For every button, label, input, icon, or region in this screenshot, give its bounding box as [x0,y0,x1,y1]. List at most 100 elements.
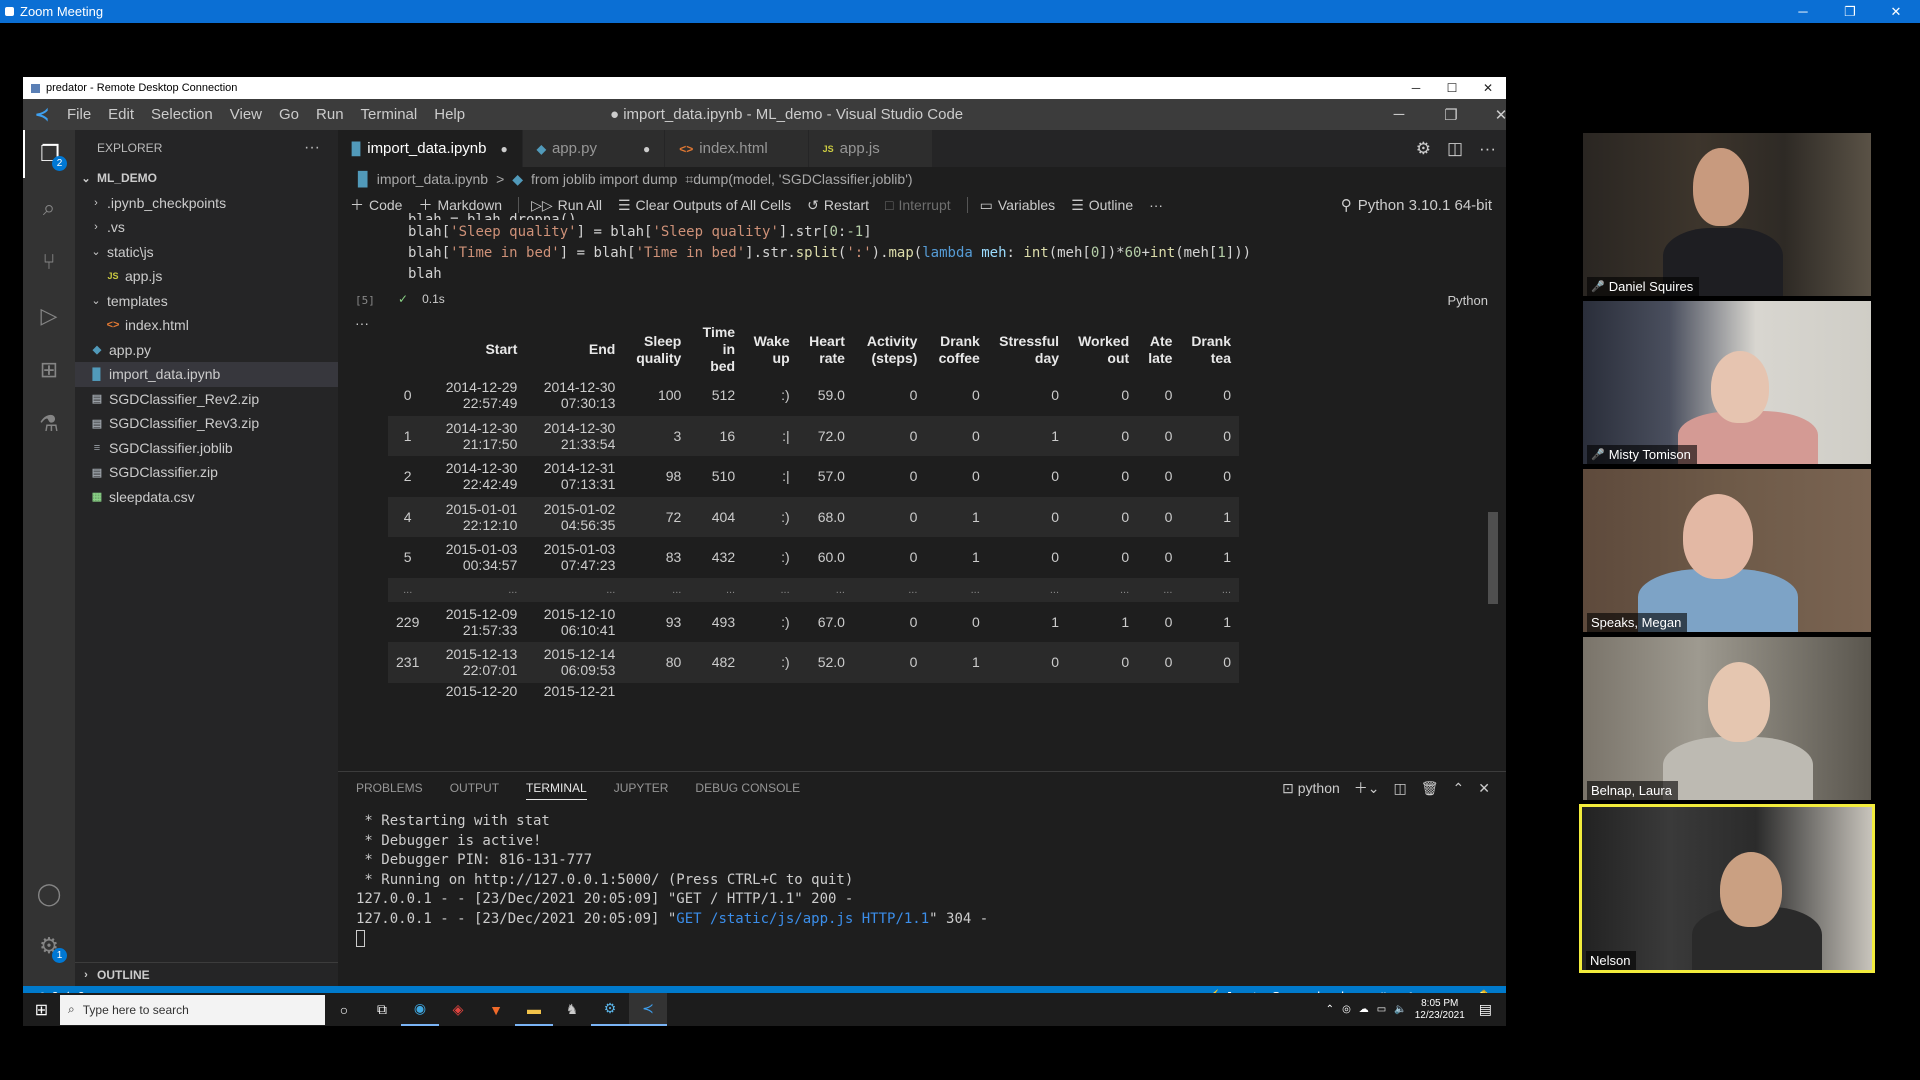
kernel-picker[interactable]: ⚲ Python 3.10.1 64-bit [1341,196,1492,215]
zoom-restore-button[interactable]: ❐ [1830,0,1870,23]
modified-dot-icon[interactable]: ● [500,142,507,156]
code-line[interactable]: blah [408,266,442,282]
menu-help[interactable]: Help [434,106,465,123]
code-line[interactable]: blah['Time in bed'] = blah['Time in bed'… [408,245,1251,261]
menu-file[interactable]: File [67,106,91,123]
participant-video-tile[interactable]: Belnap, Laura [1583,637,1871,800]
add-code-cell-button[interactable]: ＋ Code [350,195,402,215]
task-view-icon[interactable]: ⧉ [363,993,401,1026]
split-terminal-icon[interactable]: ◫ [1394,780,1407,797]
edge-browser-icon[interactable]: ◉ [401,993,439,1026]
menu-go[interactable]: Go [279,106,299,123]
tree-file-sgd-zip[interactable]: ▤ SGDClassifier.zip [75,460,338,485]
menu-selection[interactable]: Selection [151,106,213,123]
interrupt-kernel-button[interactable]: □ Interrupt [885,197,951,213]
tab-problems[interactable]: PROBLEMS [356,781,423,795]
cortana-icon[interactable]: ○ [325,993,363,1026]
run-debug-icon[interactable]: ▷ [23,292,75,340]
participant-video-tile[interactable]: 🎤 Misty Tomison [1583,301,1871,464]
output-more-icon[interactable]: ··· [355,315,369,331]
breadcrumb-file[interactable]: import_data.ipynb [377,171,488,187]
breadcrumb-cell[interactable]: from joblib import dump [531,171,677,187]
zoom-close-button[interactable]: ✕ [1876,0,1916,23]
tree-file-sgd-rev3-zip[interactable]: ▤ SGDClassifier_Rev3.zip [75,411,338,436]
explorer-more-icon[interactable]: ··· [304,139,320,157]
editor-scrollbar[interactable] [1488,512,1498,604]
file-explorer-icon[interactable]: ▬ [515,993,553,1026]
tree-folder-static-js[interactable]: ⌄ static\js [75,240,338,265]
code-line[interactable]: blah['Sleep quality'] = blah['Sleep qual… [408,224,872,240]
action-center-icon[interactable]: ▤ [1479,1001,1492,1018]
game-app-icon[interactable]: ♞ [553,993,591,1026]
tree-folder-templates[interactable]: ⌄ templates [75,289,338,314]
tab-index-html[interactable]: <> index.html [665,130,809,167]
windows-start-icon[interactable]: ⊞ [23,993,60,1026]
tab-import-data-ipynb[interactable]: ▉ import_data.ipynb ● [338,130,523,167]
tree-folder-ipynb-checkpoints[interactable]: › .ipynb_checkpoints [75,191,338,216]
taskbar-search-box[interactable]: ⌕ Type here to search [60,994,325,1025]
tab-terminal[interactable]: TERMINAL [526,781,587,800]
restart-kernel-button[interactable]: ↺ Restart [807,197,869,214]
variables-button[interactable]: ▭ Variables [980,197,1056,214]
split-editor-icon[interactable]: ◫ [1447,139,1463,159]
vscode-restore-button[interactable]: ❐ [1428,99,1474,130]
breadcrumb-symbol[interactable]: dump(model, 'SGDClassifier.joblib') [693,171,912,187]
new-terminal-plus-icon[interactable]: ＋⌄ [1354,778,1380,798]
workspace-root[interactable]: ⌄ ML_DEMO [75,166,338,191]
tab-debug-console[interactable]: DEBUG CONSOLE [695,781,800,795]
menu-run[interactable]: Run [316,106,344,123]
tree-file-sleepdata-csv[interactable]: ▦ sleepdata.csv [75,485,338,510]
cell-language-picker[interactable]: Python [1448,293,1488,308]
extensions-icon[interactable]: ⊞ [23,346,75,394]
maximize-panel-chevron-up-icon[interactable]: ⌃ [1453,780,1465,797]
tree-file-app-js[interactable]: JS app.js [75,264,338,289]
tree-folder-vs[interactable]: › .vs [75,215,338,240]
terminal-shell-selector[interactable]: ⊡ python [1282,780,1340,797]
modified-dot-icon[interactable]: ● [643,142,650,156]
tree-file-index-html[interactable]: <> index.html [75,313,338,338]
close-panel-icon[interactable]: ✕ [1478,780,1490,797]
participant-video-tile[interactable]: Speaks, Megan [1583,469,1871,632]
participant-video-tile[interactable]: 🎤 Daniel Squires [1583,133,1871,296]
tab-output[interactable]: OUTPUT [450,781,499,795]
menu-terminal[interactable]: Terminal [361,106,418,123]
rdp-close-button[interactable]: ✕ [1470,77,1506,99]
vscode-taskbar-icon[interactable]: ≺ [629,993,667,1026]
kill-terminal-trash-icon[interactable]: 🗑 [1421,780,1439,797]
steam-icon[interactable]: ⚙ [591,993,629,1026]
vscode-minimize-button[interactable]: ─ [1376,99,1422,130]
participant-video-tile-active-speaker[interactable]: Nelson [1579,804,1875,973]
code-line-partial[interactable]: blah = blah.dropna() [408,212,577,220]
terminal-link[interactable]: GET /static/js/app.js HTTP/1.1 [676,911,929,927]
volume-icon[interactable]: 🔈 [1394,1004,1406,1015]
network-icon[interactable]: ▭ [1377,1004,1386,1015]
run-all-button[interactable]: ▷▷ Run All [531,197,602,214]
zoom-minimize-button[interactable]: ─ [1783,0,1823,23]
vivaldi-browser-icon[interactable]: ◈ [439,993,477,1026]
explorer-icon[interactable]: ❐ 2 [23,130,75,178]
rdp-minimize-button[interactable]: ─ [1398,77,1434,99]
tray-app-icon[interactable]: ◎ [1342,1004,1351,1015]
clear-outputs-button[interactable]: ☰ Clear Outputs of All Cells [618,197,791,214]
manage-gear-icon[interactable]: ⚙ 1 [23,922,75,970]
tree-file-app-py[interactable]: ◆ app.py [75,338,338,363]
rdp-restore-button[interactable]: ☐ [1434,77,1470,99]
tree-file-import-data-ipynb[interactable]: ▉ import_data.ipynb [75,362,338,387]
tab-app-py[interactable]: ◆ app.py ● [522,130,666,167]
outline-section-header[interactable]: › OUTLINE [75,962,338,986]
testing-icon[interactable]: ⚗ [23,400,75,448]
tree-file-sgd-joblib[interactable]: ≡ SGDClassifier.joblib [75,436,338,461]
brave-browser-icon[interactable]: ▼ [477,993,515,1026]
outline-button[interactable]: ☰ Outline [1071,197,1133,214]
tray-cloud-icon[interactable]: ☁ [1359,1004,1369,1015]
settings-gear-icon[interactable]: ⚙ [1416,139,1431,159]
vscode-close-button[interactable]: ✕ [1478,99,1524,130]
menu-edit[interactable]: Edit [108,106,134,123]
source-control-icon[interactable]: ⑂ [23,238,75,286]
accounts-icon[interactable]: ◯ [23,870,75,918]
search-icon[interactable]: ⌕ [23,184,75,232]
tab-jupyter[interactable]: JUPYTER [614,781,669,795]
tray-chevron-up-icon[interactable]: ⌃ [1326,1004,1334,1015]
tab-app-js[interactable]: JS app.js [808,130,933,167]
tree-file-sgd-rev2-zip[interactable]: ▤ SGDClassifier_Rev2.zip [75,387,338,412]
